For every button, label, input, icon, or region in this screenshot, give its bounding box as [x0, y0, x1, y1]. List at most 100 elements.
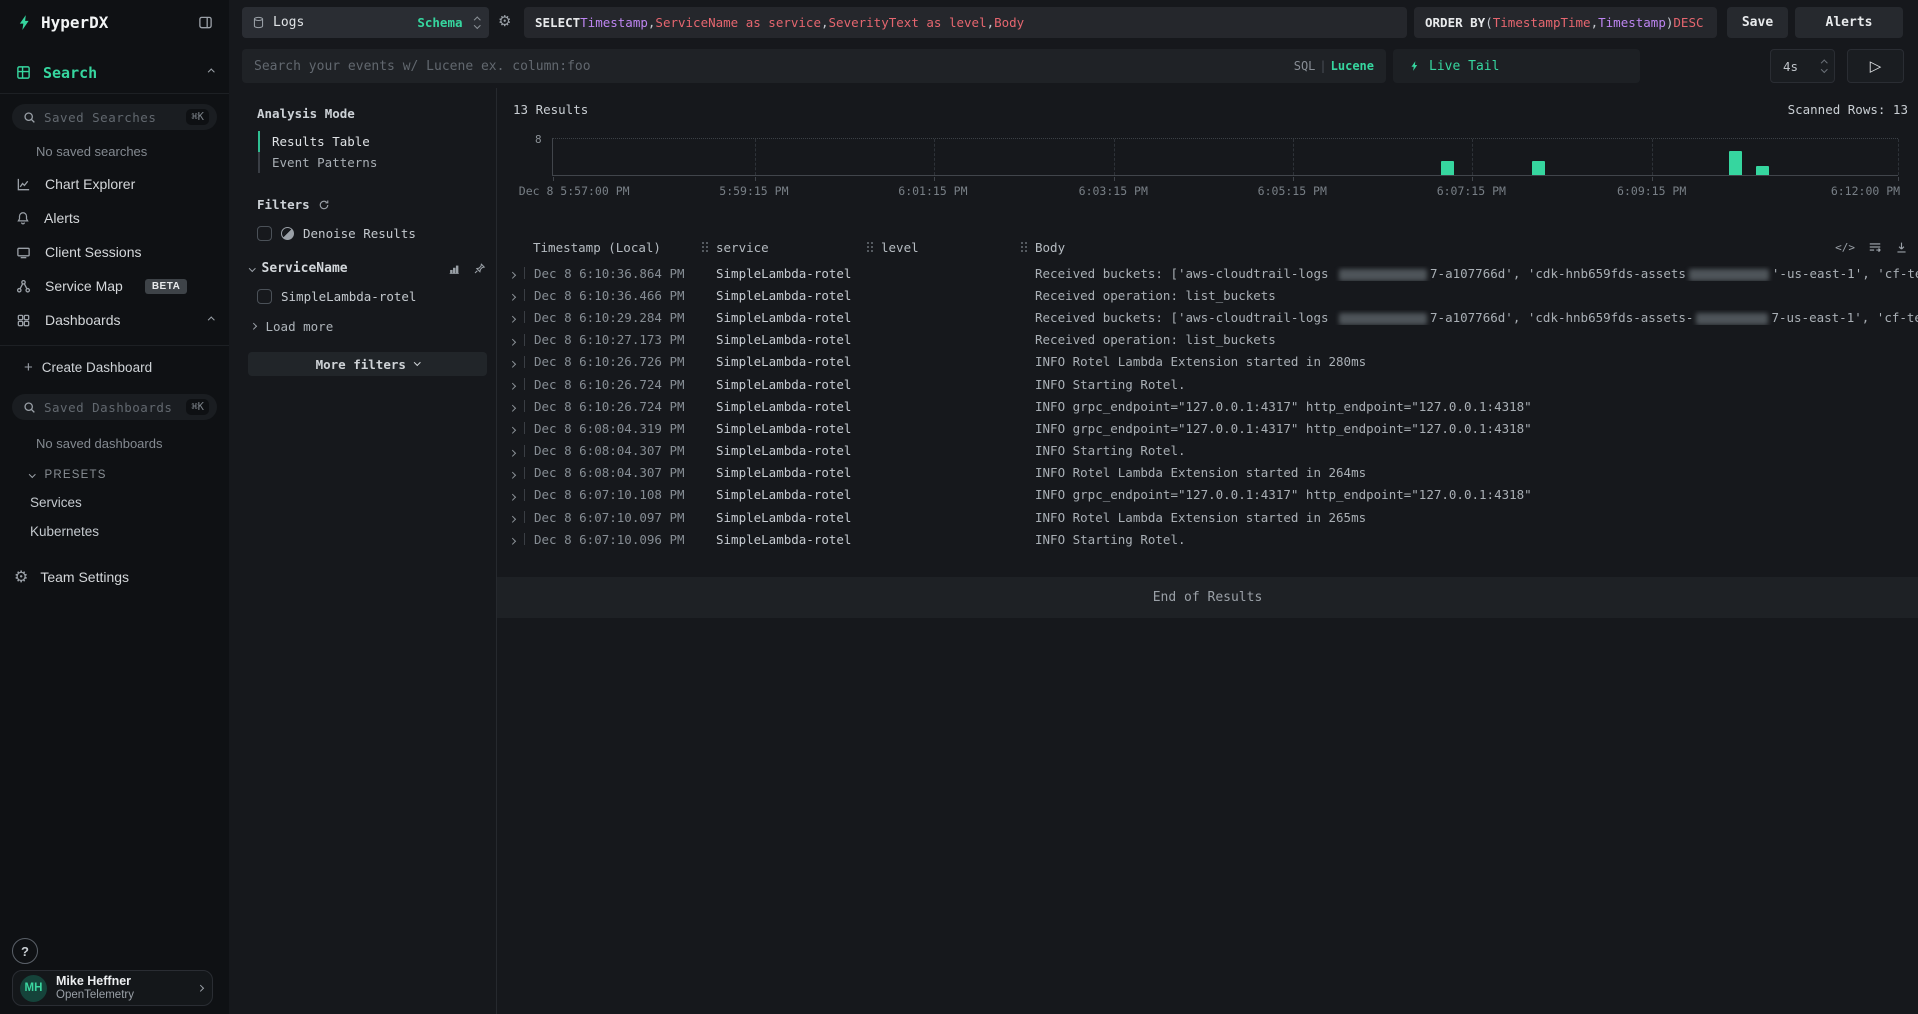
language-toggle[interactable]: SQL|Lucene — [1294, 59, 1374, 73]
drag-handle-icon[interactable] — [702, 242, 709, 253]
search-placeholder: Search your events w/ Lucene ex. column:… — [254, 59, 1284, 74]
expand-row-chevron-icon[interactable] — [510, 332, 524, 347]
select-query[interactable]: SELECT Timestamp, ServiceName as service… — [524, 7, 1407, 38]
log-rows: Dec 8 6:10:36.864 PM SimpleLambda-rotel … — [497, 262, 1918, 550]
results-histogram[interactable]: 8 Dec 8 5:57:00 PM5:59:15 PM6:01:15 PM6:… — [552, 138, 1898, 198]
denoise-results-row[interactable]: Denoise Results — [257, 226, 496, 241]
sidebar-item-chart-explorer[interactable]: Chart Explorer — [0, 167, 229, 201]
chart-plot-area[interactable] — [552, 138, 1898, 176]
log-table-row[interactable]: Dec 8 6:10:27.173 PM SimpleLambda-rotel … — [497, 329, 1918, 351]
log-table-row[interactable]: Dec 8 6:07:10.108 PM SimpleLambda-rotel … — [497, 484, 1918, 506]
alerts-button[interactable]: Alerts — [1795, 7, 1903, 38]
row-divider — [524, 400, 525, 412]
preset-item-kubernetes[interactable]: Kubernetes — [30, 524, 229, 539]
filters-panel: Analysis Mode Results Table Event Patter… — [229, 88, 497, 1014]
drag-handle-icon[interactable] — [867, 242, 874, 253]
mini-bar-chart-icon[interactable] — [447, 262, 461, 276]
log-table-row[interactable]: Dec 8 6:08:04.319 PM SimpleLambda-rotel … — [497, 417, 1918, 439]
chevron-up-icon[interactable] — [208, 69, 214, 75]
expand-row-chevron-icon[interactable] — [510, 399, 524, 414]
column-header-level[interactable]: level — [867, 240, 1021, 255]
row-service: SimpleLambda-rotel — [716, 310, 881, 325]
log-table-row[interactable]: Dec 8 6:07:10.097 PM SimpleLambda-rotel … — [497, 506, 1918, 528]
expand-row-chevron-icon[interactable] — [510, 443, 524, 458]
log-table-row[interactable]: Dec 8 6:10:26.726 PM SimpleLambda-rotel … — [497, 351, 1918, 373]
log-table-row[interactable]: Dec 8 6:07:10.096 PM SimpleLambda-rotel … — [497, 528, 1918, 550]
expand-row-chevron-icon[interactable] — [510, 288, 524, 303]
lucene-option[interactable]: Lucene — [1331, 59, 1374, 73]
sidebar-item-team-settings[interactable]: ⚙ Team Settings — [14, 569, 229, 585]
histogram-bar[interactable] — [1729, 151, 1742, 175]
row-service: SimpleLambda-rotel — [716, 288, 881, 303]
mode-results-table[interactable]: Results Table — [258, 131, 496, 152]
presets-section-toggle[interactable]: PRESETS — [30, 469, 229, 481]
saved-dashboards-input[interactable]: Saved Dashboards ⌘K — [12, 394, 217, 420]
log-table-row[interactable]: Dec 8 6:10:36.466 PM SimpleLambda-rotel … — [497, 284, 1918, 306]
sidebar-item-dashboards[interactable]: Dashboards — [0, 303, 229, 337]
refresh-interval-stepper[interactable]: 4s — [1770, 49, 1835, 83]
drag-handle-icon[interactable] — [1021, 242, 1028, 253]
row-service: SimpleLambda-rotel — [716, 421, 881, 436]
filter-value-checkbox[interactable] — [257, 289, 272, 304]
sidebar-item-client-sessions[interactable]: Client Sessions — [0, 235, 229, 269]
histogram-bar[interactable] — [1532, 161, 1545, 175]
save-button[interactable]: Save — [1727, 7, 1788, 38]
more-filters-button[interactable]: More filters — [248, 352, 487, 376]
histogram-bar[interactable] — [1756, 166, 1769, 176]
expand-row-chevron-icon[interactable] — [510, 532, 524, 547]
expand-row-chevron-icon[interactable] — [510, 487, 524, 502]
preset-item-services[interactable]: Services — [30, 495, 229, 510]
sql-option[interactable]: SQL — [1294, 59, 1316, 73]
dashboards-icon — [16, 313, 31, 328]
expand-row-chevron-icon[interactable] — [510, 377, 524, 392]
denoise-checkbox[interactable] — [257, 226, 272, 241]
refresh-icon[interactable] — [318, 199, 330, 211]
play-button[interactable]: ▷ — [1847, 49, 1904, 83]
live-tail-button[interactable]: Live Tail — [1393, 49, 1640, 83]
log-table-row[interactable]: Dec 8 6:10:26.724 PM SimpleLambda-rotel … — [497, 373, 1918, 395]
query-settings-gear-icon[interactable]: ⚙ — [498, 14, 511, 29]
expand-row-chevron-icon[interactable] — [510, 465, 524, 480]
mode-event-patterns[interactable]: Event Patterns — [258, 152, 496, 173]
sidebar-item-alerts[interactable]: Alerts — [0, 201, 229, 235]
stepper-arrows-icon[interactable] — [1822, 61, 1827, 71]
expand-row-chevron-icon[interactable] — [510, 354, 524, 369]
schema-link[interactable]: Schema — [417, 15, 462, 30]
code-view-icon[interactable]: </> — [1835, 241, 1855, 254]
load-more-button[interactable]: Load more — [251, 319, 496, 334]
log-table-row[interactable]: Dec 8 6:08:04.307 PM SimpleLambda-rotel … — [497, 462, 1918, 484]
histogram-bar[interactable] — [1441, 161, 1454, 175]
wrap-lines-icon[interactable] — [1868, 240, 1882, 254]
chart-gridline — [1472, 139, 1473, 175]
row-divider — [524, 334, 525, 346]
filter-group-servicename[interactable]: ServiceName — [250, 261, 486, 276]
user-profile-card[interactable]: MH Mike Heffner OpenTelemetry — [12, 970, 213, 1006]
expand-row-chevron-icon[interactable] — [510, 421, 524, 436]
x-axis-tick — [1293, 177, 1294, 181]
expand-row-chevron-icon[interactable] — [510, 510, 524, 525]
sidebar-item-service-map[interactable]: Service Map BETA — [0, 269, 229, 303]
sidebar-collapse-icon[interactable] — [198, 15, 213, 30]
create-dashboard-button[interactable]: + Create Dashboard — [0, 350, 229, 384]
log-table-row[interactable]: Dec 8 6:08:04.307 PM SimpleLambda-rotel … — [497, 440, 1918, 462]
search-input[interactable]: Search your events w/ Lucene ex. column:… — [242, 49, 1386, 83]
pin-icon[interactable] — [473, 262, 486, 276]
column-header-timestamp[interactable]: Timestamp (Local) — [513, 240, 702, 255]
column-header-service[interactable]: service — [702, 240, 867, 255]
log-table-row[interactable]: Dec 8 6:10:36.864 PM SimpleLambda-rotel … — [497, 262, 1918, 284]
sidebar-item-search[interactable]: Search — [0, 52, 229, 94]
expand-row-chevron-icon[interactable] — [510, 266, 524, 281]
hyperdx-app: HyperDX Search Saved Searches ⌘K No save… — [0, 0, 1918, 1014]
expand-row-chevron-icon[interactable] — [510, 310, 524, 325]
filter-value-row[interactable]: SimpleLambda-rotel — [257, 289, 496, 304]
saved-searches-input[interactable]: Saved Searches ⌘K — [12, 104, 217, 130]
order-by-clause[interactable]: ORDER BY (TimestampTime, Timestamp) DESC — [1414, 7, 1717, 38]
help-button[interactable]: ? — [12, 938, 38, 964]
source-select[interactable]: Logs Schema — [242, 7, 489, 38]
column-header-body[interactable]: Body — [1021, 240, 1835, 255]
analysis-mode-list: Results Table Event Patterns — [258, 131, 496, 173]
log-table-row[interactable]: Dec 8 6:10:29.284 PM SimpleLambda-rotel … — [497, 306, 1918, 328]
log-table-row[interactable]: Dec 8 6:10:26.724 PM SimpleLambda-rotel … — [497, 395, 1918, 417]
download-icon[interactable] — [1895, 241, 1908, 254]
chevron-up-icon[interactable] — [208, 317, 214, 323]
